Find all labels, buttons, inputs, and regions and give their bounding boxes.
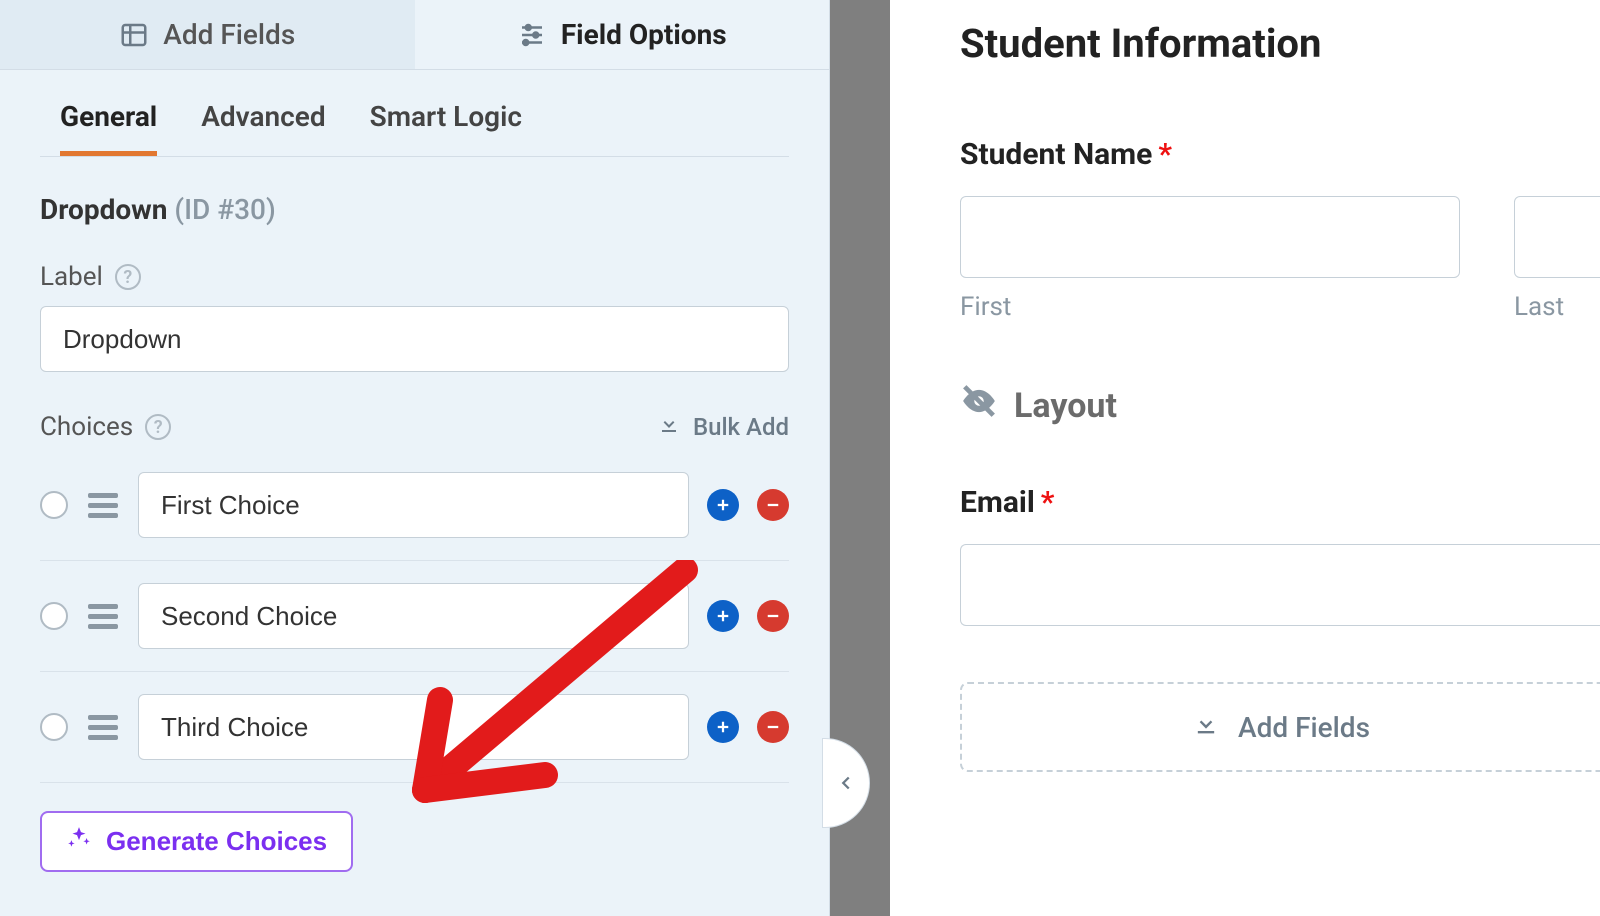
subtab-advanced[interactable]: Advanced [201, 100, 325, 156]
required-asterisk: * [1158, 137, 1172, 172]
chevron-left-icon [835, 772, 857, 794]
label-caption: Label [40, 262, 103, 292]
add-fields-drop-label: Add Fields [1238, 711, 1370, 744]
last-name-input[interactable] [1514, 196, 1600, 278]
choices-list [0, 450, 829, 783]
choice-input[interactable] [138, 472, 689, 538]
choice-input[interactable] [138, 694, 689, 760]
subtab-general[interactable]: General [60, 100, 157, 156]
field-options-subtabs: General Advanced Smart Logic [40, 70, 789, 157]
choice-row [40, 561, 789, 672]
label-section-header: Label ? [0, 226, 829, 306]
choice-input[interactable] [138, 583, 689, 649]
default-choice-radio[interactable] [40, 602, 68, 630]
choice-row [40, 450, 789, 561]
field-id-label: (ID #30) [174, 193, 275, 226]
first-name-column: First [960, 196, 1460, 322]
last-name-column: Last [1514, 196, 1600, 322]
generate-choices-label: Generate Choices [106, 826, 327, 857]
remove-choice-button[interactable] [757, 489, 789, 521]
eye-off-icon [960, 382, 998, 429]
tab-field-options[interactable]: Field Options [415, 0, 830, 69]
choices-caption: Choices [40, 412, 133, 442]
field-type-heading: Dropdown (ID #30) [0, 157, 829, 226]
tab-field-options-label: Field Options [561, 18, 727, 51]
first-name-sublabel: First [960, 292, 1460, 322]
help-icon[interactable]: ? [145, 414, 171, 440]
help-icon[interactable]: ? [115, 264, 141, 290]
choices-section-header: Choices ? Bulk Add [0, 372, 829, 450]
field-type-name: Dropdown [40, 193, 167, 226]
generate-choices-button[interactable]: Generate Choices [40, 811, 353, 872]
sparkle-icon [66, 825, 92, 858]
first-name-input[interactable] [960, 196, 1460, 278]
remove-choice-button[interactable] [757, 711, 789, 743]
add-choice-button[interactable] [707, 711, 739, 743]
subtab-smart-logic[interactable]: Smart Logic [370, 100, 522, 156]
download-icon [657, 412, 681, 442]
form-preview-pane: Student Information Student Name * First… [890, 0, 1600, 916]
choice-row [40, 672, 789, 783]
layout-field-heading[interactable]: Layout [960, 382, 1600, 429]
tab-add-fields[interactable]: Add Fields [0, 0, 415, 69]
download-icon [1192, 710, 1220, 745]
form-title: Student Information [960, 20, 1600, 67]
remove-choice-button[interactable] [757, 600, 789, 632]
sliders-icon [517, 20, 547, 50]
form-fields-icon [119, 20, 149, 50]
bulk-add-label: Bulk Add [693, 413, 789, 441]
default-choice-radio[interactable] [40, 713, 68, 741]
required-asterisk: * [1041, 485, 1055, 520]
add-fields-dropzone[interactable]: Add Fields [960, 682, 1600, 772]
drag-handle-icon[interactable] [86, 491, 120, 520]
name-fields-row: First Last [960, 196, 1600, 322]
bulk-add-button[interactable]: Bulk Add [657, 412, 789, 442]
email-field-block: Email * [960, 485, 1600, 626]
tab-add-fields-label: Add Fields [163, 18, 295, 51]
email-input[interactable] [960, 544, 1600, 626]
drag-handle-icon[interactable] [86, 602, 120, 631]
default-choice-radio[interactable] [40, 491, 68, 519]
drag-handle-icon[interactable] [86, 713, 120, 742]
email-label: Email * [960, 485, 1600, 520]
last-name-sublabel: Last [1514, 292, 1600, 322]
field-label-input[interactable] [40, 306, 789, 372]
add-choice-button[interactable] [707, 489, 739, 521]
field-options-panel: Add Fields Field Options General Advance… [0, 0, 830, 916]
add-choice-button[interactable] [707, 600, 739, 632]
panel-top-tabs: Add Fields Field Options [0, 0, 829, 70]
student-name-label: Student Name * [960, 137, 1600, 172]
